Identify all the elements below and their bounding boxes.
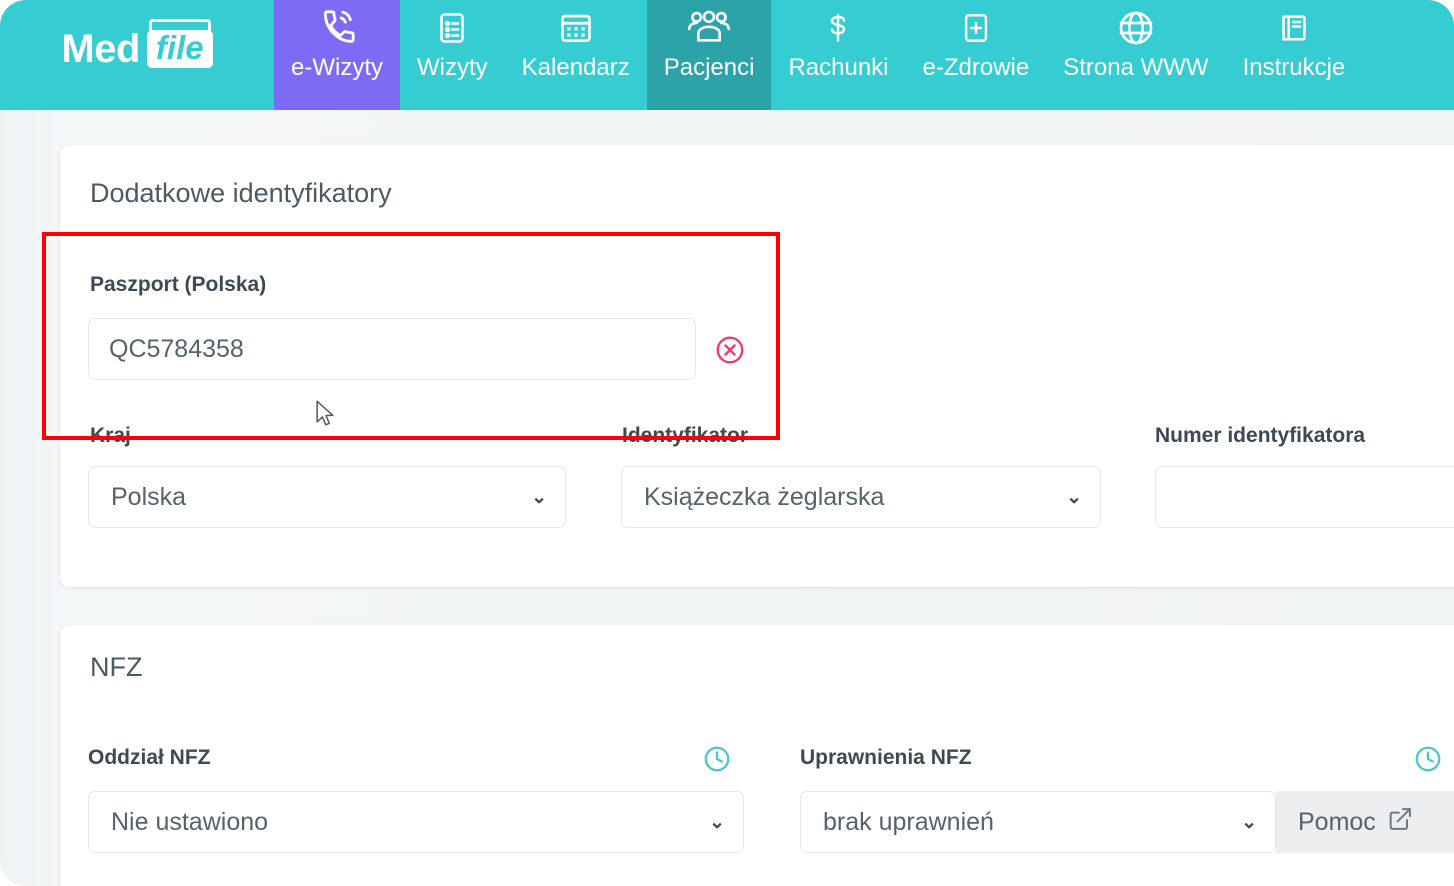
nfz-entitlements-select-value: brak uprawnień (823, 807, 994, 836)
help-button-label: Pomoc (1298, 807, 1376, 836)
brand-logo[interactable]: Med file (0, 0, 274, 110)
identifier-type-select-value: Książeczka żeglarska (644, 482, 885, 511)
nav-item-label: Rachunki (788, 54, 889, 81)
brand-name-med: Med (61, 27, 140, 71)
clock-history-icon[interactable] (1413, 744, 1443, 774)
dollar-icon (822, 6, 854, 50)
nav-item-kalendarz[interactable]: Kalendarz (505, 0, 647, 110)
nav-item-label: Wizyty (417, 54, 488, 81)
nfz-branch-select-value: Nie ustawiono (111, 807, 269, 836)
nav-item-label: e-Wizyty (291, 54, 383, 81)
circle-x-icon[interactable] (714, 334, 746, 366)
nfz-entitlements-label: Uprawnienia NFZ (800, 746, 972, 769)
nav-item-instrukcje[interactable]: Instrukcje (1226, 0, 1363, 110)
page-title-dodatkowe-identyfikatory: Dodatkowe identyfikatory (90, 178, 392, 208)
nav-item-label: e-Zdrowie (922, 54, 1030, 81)
external-link-icon (1386, 805, 1414, 840)
chevron-down-icon: ⌄ (1241, 811, 1257, 833)
country-select[interactable]: Polska ⌄ (88, 466, 566, 528)
nav-item-rachunki[interactable]: Rachunki (771, 0, 905, 110)
app-root: Med file e-Wizyty Wizyty Kalendarz Pacje… (0, 0, 1454, 886)
brand-name-file: file (155, 28, 204, 66)
chevron-down-icon: ⌄ (709, 811, 725, 833)
help-button[interactable]: Pomoc (1276, 791, 1454, 853)
nav-item-wizyty[interactable]: Wizyty (400, 0, 505, 110)
users-group-icon (686, 6, 732, 50)
globe-icon (1116, 6, 1156, 50)
book-icon (1276, 6, 1312, 50)
calendar-icon (557, 6, 595, 50)
chevron-down-icon: ⌄ (1066, 486, 1082, 508)
nav-item-pacjenci[interactable]: Pacjenci (646, 0, 772, 110)
nav-item-label: Strona WWW (1063, 54, 1209, 81)
clipboard-list-icon (434, 6, 470, 50)
page-title-nfz: NFZ (90, 652, 143, 682)
nav-item-e-zdrowie[interactable]: e-Zdrowie (906, 0, 1047, 110)
nav-item-e-wizyty[interactable]: e-Wizyty (274, 0, 400, 110)
identifier-number-label: Numer identyfikatora (1155, 424, 1366, 447)
nfz-branch-label: Oddział NFZ (88, 746, 211, 769)
nfz-branch-select[interactable]: Nie ustawiono ⌄ (88, 791, 744, 853)
clock-history-icon[interactable] (702, 744, 732, 774)
passport-input[interactable]: QC5784358 (88, 318, 696, 380)
identifier-number-input[interactable] (1155, 466, 1454, 528)
nfz-entitlements-select[interactable]: brak uprawnień ⌄ (800, 791, 1276, 853)
country-label: Kraj (90, 424, 131, 447)
identifier-type-label: Identyfikator (622, 424, 749, 447)
phone-call-icon (316, 6, 358, 50)
nav-item-label: Instrukcje (1242, 54, 1346, 81)
country-select-value: Polska (111, 482, 187, 511)
chevron-down-icon: ⌄ (531, 486, 547, 508)
passport-label: Paszport (Polska) (90, 273, 267, 296)
brand-file-badge: file (146, 18, 213, 69)
medical-file-icon (959, 6, 993, 50)
nav-item-strona-www[interactable]: Strona WWW (1046, 0, 1225, 110)
passport-input-value: QC5784358 (109, 334, 244, 363)
identifier-type-select[interactable]: Książeczka żeglarska ⌄ (621, 466, 1101, 528)
nav-item-label: Pacjenci (663, 54, 755, 81)
top-navbar: Med file e-Wizyty Wizyty Kalendarz Pacje… (0, 0, 1454, 110)
nav-item-label: Kalendarz (521, 54, 630, 81)
